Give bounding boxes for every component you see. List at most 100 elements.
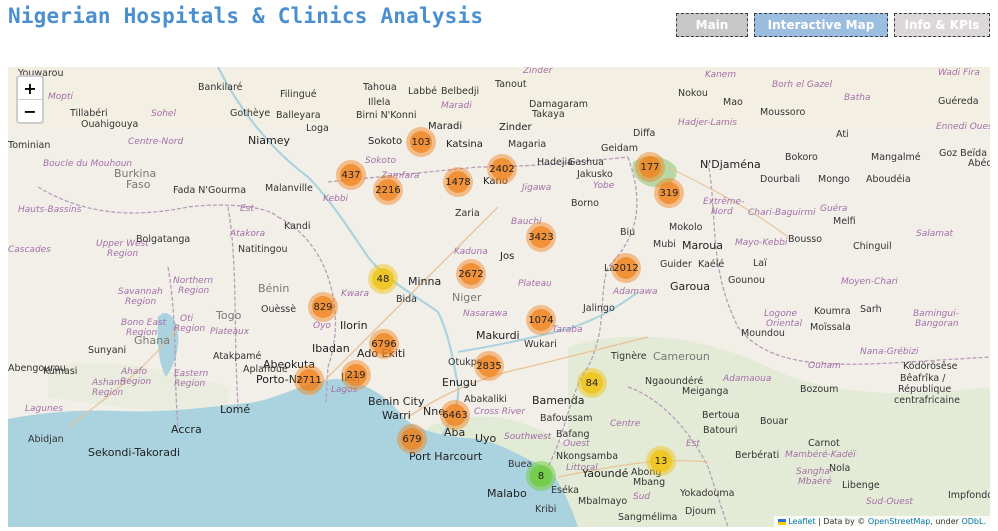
place-label: Mokolo xyxy=(669,222,703,233)
cluster-count: 2672 xyxy=(458,263,484,285)
place-label: Abakaliki xyxy=(464,394,507,405)
marker-cluster[interactable]: 13 xyxy=(646,446,676,476)
place-label: Region xyxy=(174,324,206,334)
place-label: Oriental xyxy=(766,319,803,329)
place-label: Illela xyxy=(368,97,391,108)
interactive-map[interactable]: Youwarou Mopti Bankilaré Tahoua Labbé Be… xyxy=(8,67,990,527)
place-label: Ouahigouya xyxy=(81,119,139,130)
place-label: Libenge xyxy=(842,480,880,491)
place-label: Ahafo xyxy=(121,367,148,377)
page-title: Nigerian Hospitals & Clinics Analysis xyxy=(8,4,484,28)
map-attribution: Leaflet | Data by © OpenStreetMap, under… xyxy=(773,516,990,527)
place-label: Tahoua xyxy=(363,82,397,93)
place-label: Jalingo xyxy=(583,303,615,314)
place-label: Oti xyxy=(180,314,194,324)
place-label: Bafoussam xyxy=(540,413,593,424)
place-label: Mopti xyxy=(48,92,74,102)
marker-cluster[interactable]: 48 xyxy=(368,264,398,294)
marker-cluster[interactable]: 2672 xyxy=(456,259,486,289)
marker-cluster[interactable]: 84 xyxy=(577,368,607,398)
main-tab-button[interactable]: Main xyxy=(676,13,748,37)
place-label: Savannah xyxy=(118,287,163,297)
marker-cluster[interactable]: 1074 xyxy=(526,305,556,335)
place-label: Sangha- xyxy=(796,467,834,477)
interactive-map-tab-button[interactable]: Interactive Map xyxy=(754,13,888,37)
place-label: Katsina xyxy=(446,139,483,150)
marker-cluster[interactable]: 6796 xyxy=(369,329,399,359)
marker-cluster[interactable]: 219 xyxy=(341,360,371,390)
place-label: Borno xyxy=(571,198,599,209)
place-label: Bousso xyxy=(788,234,823,245)
cluster-count: 8 xyxy=(530,465,552,487)
place-label: Littoral xyxy=(566,463,598,473)
zoom-in-button[interactable]: + xyxy=(18,77,42,100)
place-label: Ouham xyxy=(808,361,841,371)
place-label: Warri xyxy=(382,409,411,422)
cluster-count: 219 xyxy=(345,364,367,386)
zoom-out-button[interactable]: − xyxy=(18,100,42,122)
marker-cluster[interactable]: 2835 xyxy=(474,351,504,381)
place-label: Mubi xyxy=(653,239,676,250)
place-label: Bêafrîka / xyxy=(900,373,946,384)
marker-cluster[interactable]: 2402 xyxy=(487,154,517,184)
place-label: Minna xyxy=(408,275,442,288)
place-label: Filingué xyxy=(280,89,317,100)
place-label: Sohel xyxy=(151,109,176,119)
marker-cluster[interactable]: 437 xyxy=(336,160,366,190)
marker-cluster[interactable]: 1478 xyxy=(443,167,473,197)
marker-cluster[interactable]: 2711 xyxy=(294,365,324,395)
cluster-count: 679 xyxy=(401,428,423,450)
place-label: Nkongsamba xyxy=(556,451,619,462)
leaflet-link[interactable]: Leaflet xyxy=(788,517,815,526)
place-label: Mongo xyxy=(818,174,850,185)
place-label: Nord xyxy=(711,207,733,217)
place-label: Ashanti xyxy=(92,378,126,388)
place-label: Berbérati xyxy=(735,450,780,461)
cluster-count: 437 xyxy=(340,164,362,186)
marker-cluster[interactable]: 2216 xyxy=(373,175,403,205)
place-label: Zaria xyxy=(455,208,480,219)
place-label: Benin City xyxy=(368,395,425,408)
place-label: Sokoto xyxy=(365,156,396,166)
marker-cluster[interactable]: 8 xyxy=(526,461,556,491)
place-label: Carnot xyxy=(808,438,840,449)
place-label: Jakusko xyxy=(577,169,613,180)
place-label: Gothèye xyxy=(230,108,271,119)
cluster-count: 2216 xyxy=(375,179,401,201)
place-label: Eséka xyxy=(551,485,579,496)
marker-cluster[interactable]: 177 xyxy=(635,152,665,182)
cluster-count: 6463 xyxy=(442,404,468,426)
place-label: Sangmélima xyxy=(618,512,678,523)
marker-cluster[interactable]: 679 xyxy=(397,424,427,454)
place-label: Eastern xyxy=(174,369,209,379)
place-label: Abidjan xyxy=(28,434,64,445)
cluster-count: 319 xyxy=(658,182,680,204)
marker-cluster[interactable]: 2012 xyxy=(611,253,641,283)
place-label: Mbalmayo xyxy=(578,496,628,507)
place-label: Kwara xyxy=(341,289,369,299)
place-label: Region xyxy=(178,286,210,296)
marker-cluster[interactable]: 319 xyxy=(654,178,684,208)
place-label: Gashua xyxy=(568,157,604,168)
place-label: Mangalmé xyxy=(871,152,921,163)
place-label: Hadjer-Lamis xyxy=(678,118,737,128)
place-label: Zinder xyxy=(523,67,553,76)
openstreetmap-link[interactable]: OpenStreetMap xyxy=(868,517,931,526)
place-label: Belbedji xyxy=(441,86,480,97)
place-label: Sud xyxy=(633,492,651,502)
place-label: République xyxy=(898,384,952,395)
marker-cluster[interactable]: 829 xyxy=(308,292,338,322)
marker-cluster[interactable]: 6463 xyxy=(440,400,470,430)
place-label: Balleyara xyxy=(276,110,321,121)
place-label: Nasarawa xyxy=(463,309,508,319)
place-label: Tominian xyxy=(8,140,51,151)
marker-cluster[interactable]: 3423 xyxy=(526,222,556,252)
odbl-link[interactable]: ODbL. xyxy=(961,517,986,526)
place-label: Loga xyxy=(306,123,329,134)
place-label: Malabo xyxy=(487,487,527,500)
place-label: Gounou xyxy=(728,275,766,286)
place-label: Sud-Ouest xyxy=(866,497,913,507)
zoom-control: + − xyxy=(16,75,44,124)
marker-cluster[interactable]: 103 xyxy=(406,127,436,157)
info-kpis-tab-button[interactable]: Info & KPIs xyxy=(894,13,990,37)
